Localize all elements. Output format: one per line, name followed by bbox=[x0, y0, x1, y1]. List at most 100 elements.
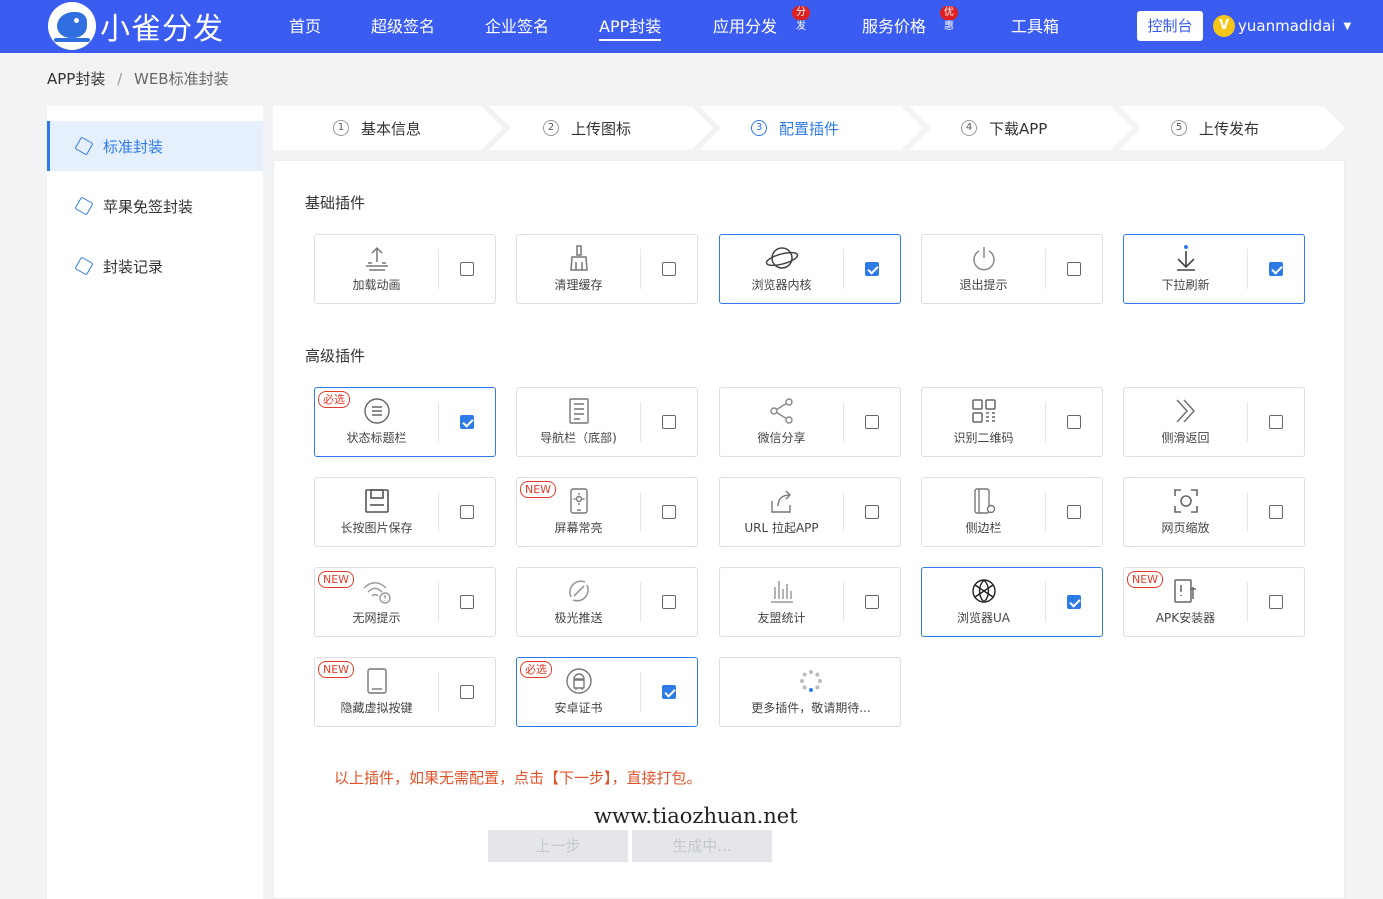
sidebar-item-label: 标准封装 bbox=[103, 137, 164, 156]
card-divider bbox=[1045, 582, 1046, 622]
nav-item-app-package[interactable]: APP封装 bbox=[599, 0, 662, 53]
plugin-card[interactable]: 网页缩放 bbox=[1123, 477, 1305, 547]
plugin-checkbox[interactable] bbox=[460, 595, 474, 609]
plugin-checkbox[interactable] bbox=[662, 505, 676, 519]
breadcrumb-root[interactable]: APP封装 bbox=[47, 70, 105, 88]
plugin-checkbox[interactable] bbox=[1067, 595, 1081, 609]
sidebar: 标准封装 苹果免签封装 封装记录 bbox=[47, 106, 263, 899]
card-divider bbox=[843, 582, 844, 622]
plugin-checkbox[interactable] bbox=[460, 505, 474, 519]
plugin-label: 隐藏虚拟按键 bbox=[340, 701, 413, 715]
sidebar-item-label: 封装记录 bbox=[103, 257, 164, 276]
nav-badge-distribution: 分发 bbox=[792, 6, 810, 32]
plugin-checkbox[interactable] bbox=[1269, 262, 1283, 276]
plugin-checkbox[interactable] bbox=[460, 685, 474, 699]
qrcode-icon bbox=[922, 396, 1045, 426]
plugin-checkbox[interactable] bbox=[662, 262, 676, 276]
plugin-label: 微信分享 bbox=[757, 431, 806, 445]
nav-item-home[interactable]: 首页 bbox=[289, 0, 321, 53]
required-badge: 必选 bbox=[318, 391, 350, 408]
plugin-card[interactable]: 下拉刷新 bbox=[1123, 234, 1305, 304]
brand-name: 小雀分发 bbox=[100, 12, 224, 47]
plugin-card[interactable]: 清理缓存 bbox=[516, 234, 698, 304]
sidebar-item-standard[interactable]: 标准封装 bbox=[47, 121, 263, 171]
plugin-card[interactable]: 安卓证书 必选 bbox=[516, 657, 698, 727]
console-button[interactable]: 控制台 bbox=[1137, 11, 1203, 41]
new-badge: NEW bbox=[318, 661, 355, 678]
card-divider bbox=[843, 249, 844, 289]
plugin-label: 更多插件，敬请期待... bbox=[751, 701, 871, 715]
nav-item-pricing[interactable]: 服务价格 bbox=[862, 0, 926, 53]
plugin-card[interactable]: APK安装器 NEW bbox=[1123, 567, 1305, 637]
card-divider bbox=[438, 492, 439, 532]
plugin-checkbox[interactable] bbox=[865, 505, 879, 519]
cube-icon bbox=[74, 136, 94, 156]
generate-button[interactable]: 生成中... bbox=[632, 830, 772, 862]
avatar: V bbox=[1213, 15, 1235, 37]
plugin-card[interactable]: 无网提示 NEW bbox=[314, 567, 496, 637]
plugin-card[interactable]: 侧滑返回 bbox=[1123, 387, 1305, 457]
plugin-label: 导航栏（底部) bbox=[540, 431, 617, 445]
plugin-checkbox[interactable] bbox=[1269, 505, 1283, 519]
pull-down-icon bbox=[1124, 243, 1247, 273]
sidebar-item-label: 苹果免签封装 bbox=[103, 197, 194, 216]
plugin-card[interactable]: 友盟统计 bbox=[719, 567, 901, 637]
card-divider bbox=[438, 582, 439, 622]
plugin-checkbox[interactable] bbox=[460, 262, 474, 276]
plugin-card[interactable]: 长按图片保存 bbox=[314, 477, 496, 547]
plugin-card[interactable]: 微信分享 bbox=[719, 387, 901, 457]
plugin-card[interactable]: 侧边栏 bbox=[921, 477, 1103, 547]
brand-logo[interactable]: 小雀分发 bbox=[48, 2, 224, 50]
nav-item-super-sign[interactable]: 超级签名 bbox=[371, 0, 435, 53]
sidebar-item-records[interactable]: 封装记录 bbox=[47, 241, 263, 291]
plugin-checkbox[interactable] bbox=[662, 415, 676, 429]
plugin-checkbox[interactable] bbox=[865, 595, 879, 609]
plugin-card[interactable]: 极光推送 bbox=[516, 567, 698, 637]
nav-item-enterprise-sign[interactable]: 企业签名 bbox=[485, 0, 549, 53]
plugin-card[interactable]: 导航栏（底部) bbox=[516, 387, 698, 457]
plugin-label: 极光推送 bbox=[554, 611, 603, 625]
plugin-label: 状态标题栏 bbox=[346, 431, 407, 445]
user-menu[interactable]: V yuanmadidai ▼ bbox=[1213, 13, 1351, 39]
zoom-icon bbox=[1124, 486, 1247, 516]
plugin-card[interactable]: 浏览器内核 bbox=[719, 234, 901, 304]
plugin-card[interactable]: 退出提示 bbox=[921, 234, 1103, 304]
plugin-checkbox[interactable] bbox=[460, 415, 474, 429]
plugin-checkbox[interactable] bbox=[1067, 415, 1081, 429]
push-icon bbox=[517, 576, 640, 606]
plugin-card[interactable]: 识别二维码 bbox=[921, 387, 1103, 457]
plugin-label: APK安装器 bbox=[1155, 611, 1216, 625]
plugin-checkbox[interactable] bbox=[865, 262, 879, 276]
plugin-checkbox[interactable] bbox=[865, 415, 879, 429]
card-divider bbox=[1045, 249, 1046, 289]
plugin-checkbox[interactable] bbox=[662, 685, 676, 699]
plugin-checkbox[interactable] bbox=[662, 595, 676, 609]
plugin-card[interactable]: 加载动画 bbox=[314, 234, 496, 304]
plugin-card[interactable]: 浏览器UA bbox=[921, 567, 1103, 637]
breadcrumb: APP封装 / WEB标准封装 bbox=[47, 68, 229, 89]
new-badge: NEW bbox=[1127, 571, 1164, 588]
plugin-card[interactable]: 屏幕常亮 NEW bbox=[516, 477, 698, 547]
plugin-checkbox[interactable] bbox=[1067, 262, 1081, 276]
plugin-checkbox[interactable] bbox=[1067, 505, 1081, 519]
section-title-advanced: 高级插件 bbox=[305, 347, 366, 365]
share-icon bbox=[720, 396, 843, 426]
sidebar-item-apple-nosign[interactable]: 苹果免签封装 bbox=[47, 181, 263, 231]
card-divider bbox=[438, 249, 439, 289]
nav-item-distribution[interactable]: 应用分发 bbox=[713, 0, 777, 53]
card-divider bbox=[843, 492, 844, 532]
plugin-checkbox[interactable] bbox=[1269, 595, 1283, 609]
watermark: www.tiaozhuan.net bbox=[594, 804, 798, 828]
plugin-label: 屏幕常亮 bbox=[554, 521, 603, 535]
plugin-label: URL 拉起APP bbox=[744, 521, 819, 535]
plugin-checkbox[interactable] bbox=[1269, 415, 1283, 429]
nav-item-toolbox[interactable]: 工具箱 bbox=[1011, 0, 1059, 53]
plugin-card[interactable]: URL 拉起APP bbox=[719, 477, 901, 547]
username: yuanmadidai bbox=[1238, 17, 1336, 35]
plugin-card[interactable]: 状态标题栏 必选 bbox=[314, 387, 496, 457]
plugin-card[interactable]: 隐藏虚拟按键 NEW bbox=[314, 657, 496, 727]
prev-button[interactable]: 上一步 bbox=[488, 830, 628, 862]
plugin-label: 长按图片保存 bbox=[340, 521, 413, 535]
card-divider bbox=[640, 582, 641, 622]
card-divider bbox=[1045, 402, 1046, 442]
